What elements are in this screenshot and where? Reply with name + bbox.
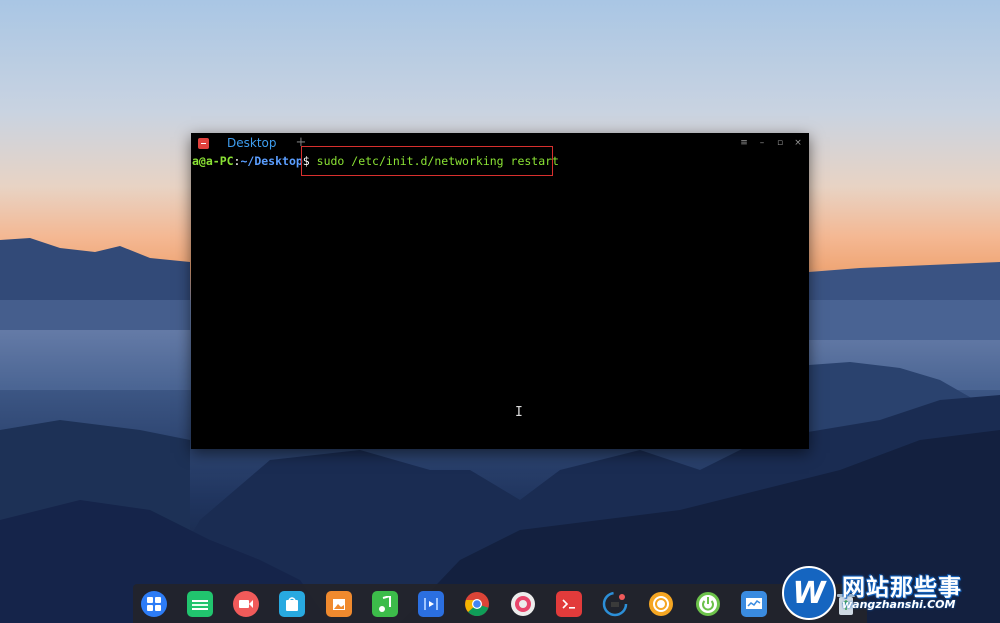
- watermark-logo-letter: W: [792, 575, 826, 611]
- text-cursor-icon: I: [515, 405, 523, 420]
- watermark-chinese-text: 网站那些事: [842, 575, 962, 601]
- assistant-icon[interactable]: [648, 591, 674, 617]
- app-store-icon[interactable]: [279, 590, 306, 617]
- terminal-app-icon: [198, 137, 209, 149]
- prompt-path: ~/Desktop: [240, 154, 303, 168]
- file-manager-icon[interactable]: [187, 590, 214, 617]
- command-highlight-box: [301, 146, 553, 176]
- movie-player-icon[interactable]: [417, 590, 444, 617]
- music-icon[interactable]: [371, 590, 398, 617]
- site-watermark: W 网站那些事 wangzhanshi.COM: [782, 562, 1000, 623]
- terminal-icon[interactable]: [556, 590, 583, 617]
- power-icon[interactable]: [695, 591, 721, 617]
- dock: [133, 584, 867, 623]
- watermark-logo: W: [782, 566, 836, 620]
- close-icon[interactable]: ×: [793, 137, 803, 149]
- launcher-grid-icon[interactable]: [141, 590, 167, 617]
- maximize-icon[interactable]: ▫: [775, 137, 785, 149]
- minimize-icon[interactable]: –: [757, 137, 767, 149]
- terminal-content[interactable]: a@a-PC:~/Desktop$ sudo /etc/init.d/netwo…: [191, 146, 809, 449]
- video-recorder-icon[interactable]: [233, 590, 260, 617]
- settings-gear-icon[interactable]: [510, 591, 536, 617]
- prompt-user-host: a@a-PC: [192, 154, 234, 168]
- image-viewer-icon[interactable]: [325, 590, 352, 617]
- menu-icon[interactable]: ≡: [739, 137, 749, 149]
- window-controls: ≡ – ▫ ×: [739, 137, 803, 149]
- tab-desktop[interactable]: Desktop: [227, 136, 277, 150]
- terminal-window[interactable]: Desktop + ≡ – ▫ × a@a-PC:~/Desktop$ sudo…: [191, 133, 809, 449]
- chrome-icon[interactable]: [464, 591, 490, 617]
- system-monitor-icon[interactable]: [740, 590, 767, 617]
- screenshot-icon[interactable]: [602, 591, 628, 617]
- watermark-url-text: wangzhanshi.COM: [842, 598, 956, 611]
